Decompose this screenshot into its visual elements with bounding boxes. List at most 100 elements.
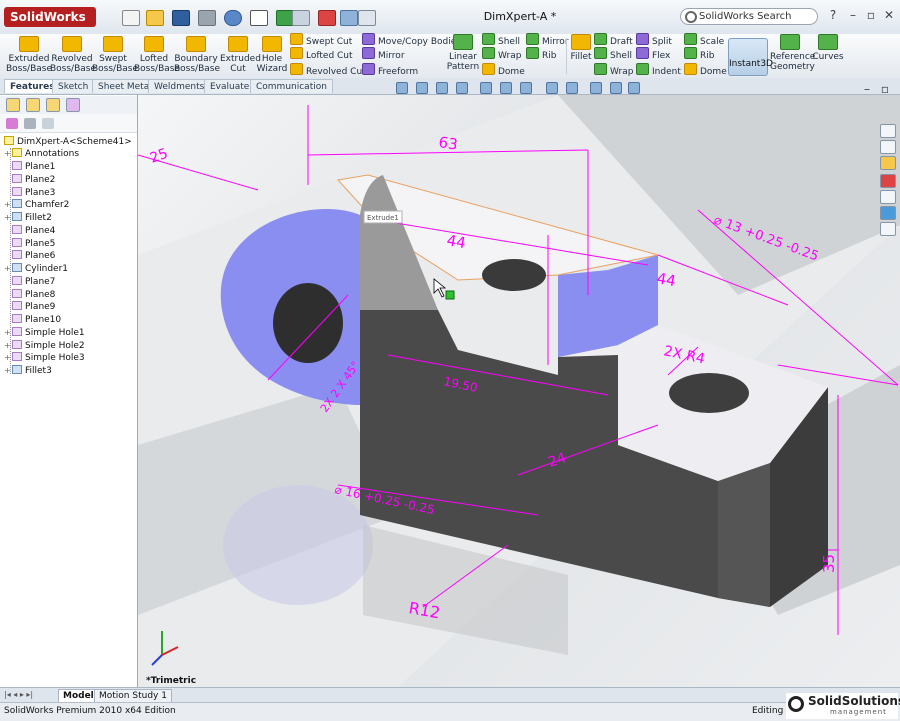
wrap-button[interactable]: Wrap <box>482 47 521 61</box>
tree-item-simple-hole3[interactable]: + Simple Hole3 <box>4 352 85 364</box>
graphics-viewport[interactable]: 63 25 44 44 ⌀ 13 +0.25 -0.25 2X R4 19.50… <box>138 95 900 687</box>
view-toggle-icon[interactable] <box>340 10 358 26</box>
previous-view-icon[interactable] <box>436 82 448 94</box>
realview-icon[interactable] <box>628 82 640 94</box>
edit-appearance-icon[interactable] <box>546 82 558 94</box>
save-icon[interactable] <box>172 10 190 26</box>
open-folder-icon[interactable] <box>146 10 164 26</box>
revolved-boss-base-button[interactable]: Revolved Boss/Base <box>50 36 96 76</box>
tree-item-plane8[interactable]: Plane8 <box>4 289 55 301</box>
appearances-icon[interactable] <box>880 206 896 220</box>
boundary-boss-base-button[interactable]: Boundary Boss/Base <box>174 36 220 76</box>
rib-button-2[interactable]: Rib <box>684 47 714 61</box>
tab-communication[interactable]: Communication <box>250 79 333 93</box>
tree-item-fillet2[interactable]: + Fillet2 <box>4 212 52 224</box>
dimxpert-manager-tab-icon[interactable] <box>66 98 80 112</box>
dim-63[interactable]: 63 <box>437 133 458 153</box>
tree-item-annotations[interactable]: + Annotations <box>4 148 79 160</box>
viewport-minimize-button[interactable]: – <box>860 82 874 96</box>
search-input[interactable]: SolidWorks Search <box>680 8 818 25</box>
reference-geometry-button[interactable]: Reference Geometry <box>770 34 815 74</box>
view-palette-icon[interactable] <box>880 190 896 204</box>
undo-icon[interactable] <box>224 10 242 26</box>
tree-item-simple-hole1[interactable]: + Simple Hole1 <box>4 327 85 339</box>
scale-button[interactable]: Scale <box>684 33 724 47</box>
tab-sketch[interactable]: Sketch <box>52 79 95 93</box>
display-style-icon[interactable] <box>500 82 512 94</box>
tree-item-plane5[interactable]: Plane5 <box>4 238 55 250</box>
new-document-icon[interactable] <box>122 10 140 26</box>
apply-scene-icon[interactable] <box>566 82 578 94</box>
tab-model[interactable]: Model <box>58 689 99 703</box>
selection-handle[interactable] <box>445 290 455 300</box>
restore-button[interactable]: ▫ <box>864 8 878 22</box>
lofted-cut-button[interactable]: Lofted Cut <box>290 47 353 61</box>
hide-show-items-icon[interactable] <box>520 82 532 94</box>
design-library-icon[interactable] <box>880 140 896 154</box>
swept-cut-button[interactable]: Swept Cut <box>290 33 352 47</box>
freeform-button[interactable]: Freeform <box>362 63 418 77</box>
shell-button[interactable]: Shell <box>482 33 520 47</box>
options-icon[interactable] <box>318 10 336 26</box>
dim-35[interactable]: 35 <box>820 554 838 573</box>
tree-item-plane7[interactable]: Plane7 <box>4 276 55 288</box>
flex-button[interactable]: Flex <box>636 47 670 61</box>
tree-item-fillet3[interactable]: + Fillet3 <box>4 365 52 377</box>
lofted-boss-base-button[interactable]: Lofted Boss/Base <box>134 36 180 76</box>
show-tolerance-status-icon[interactable] <box>24 118 36 129</box>
revolved-cut-button[interactable]: Revolved Cut <box>290 63 366 77</box>
tab-motion-study-1[interactable]: Motion Study 1 <box>94 689 172 703</box>
tab-evaluate[interactable]: Evaluate <box>204 79 256 93</box>
curves-button[interactable]: Curves <box>812 34 844 74</box>
section-view-icon[interactable] <box>456 82 468 94</box>
split-button[interactable]: Split <box>636 33 672 47</box>
extruded-cut-button[interactable]: Extruded Cut <box>220 36 261 76</box>
custom-properties-icon[interactable] <box>880 222 896 236</box>
zoom-to-area-icon[interactable] <box>416 82 428 94</box>
view-settings-icon[interactable] <box>590 82 602 94</box>
tree-item-plane4[interactable]: Plane4 <box>4 225 55 237</box>
wrap-button-2[interactable]: Wrap <box>594 63 633 77</box>
rib-button[interactable]: Rib <box>526 47 556 61</box>
swept-boss-base-button[interactable]: Swept Boss/Base <box>92 36 138 76</box>
mirror-bodies-button[interactable]: Mirror <box>362 47 405 61</box>
close-button[interactable]: ✕ <box>882 8 896 22</box>
viewport-restore-button[interactable]: ▫ <box>878 82 892 96</box>
view-orientation-icon[interactable] <box>480 82 492 94</box>
print-icon[interactable] <box>198 10 216 26</box>
tree-item-plane3[interactable]: Plane3 <box>4 187 55 199</box>
feature-manager-tab-icon[interactable] <box>6 98 20 112</box>
tree-item-simple-hole2[interactable]: + Simple Hole2 <box>4 340 85 352</box>
tree-item-cylinder1[interactable]: + Cylinder1 <box>4 263 68 275</box>
dome-button-2[interactable]: Dome <box>684 63 727 77</box>
help-icon[interactable]: ? <box>826 8 840 22</box>
property-manager-tab-icon[interactable] <box>26 98 40 112</box>
resources-icon[interactable] <box>880 124 896 138</box>
configuration-manager-tab-icon[interactable] <box>46 98 60 112</box>
indent-button[interactable]: Indent <box>636 63 681 77</box>
grid-icon[interactable] <box>358 10 376 26</box>
tree-item-plane9[interactable]: Plane9 <box>4 301 55 313</box>
copy-scheme-icon[interactable] <box>42 118 54 129</box>
draft-button[interactable]: Draft <box>594 33 633 47</box>
dim-44-top[interactable]: 44 <box>445 231 467 252</box>
file-properties-icon[interactable] <box>292 10 310 26</box>
search-results-icon[interactable] <box>880 174 896 188</box>
mirror-button[interactable]: Mirror <box>526 33 569 47</box>
auto-dimension-scheme-icon[interactable] <box>6 118 18 129</box>
solidworks-logo[interactable]: SolidWorks <box>4 7 96 27</box>
zoom-to-fit-icon[interactable] <box>396 82 408 94</box>
tree-root[interactable]: DimXpert-A<Scheme41> <box>4 136 132 148</box>
dim-44-side[interactable]: 44 <box>655 269 677 290</box>
dome-button[interactable]: Dome <box>482 63 525 77</box>
file-explorer-icon[interactable] <box>880 156 896 170</box>
tree-item-chamfer2[interactable]: + Chamfer2 <box>4 199 69 211</box>
shell-button-2[interactable]: Shell <box>594 47 632 61</box>
select-arrow-icon[interactable] <box>250 10 268 26</box>
tab-scroll-arrows-icon[interactable]: |◂ ◂ ▸ ▸| <box>4 690 54 700</box>
linear-pattern-button[interactable]: Linear Pattern <box>446 34 480 74</box>
extruded-boss-base-button[interactable]: Extruded Boss/Base <box>6 36 52 76</box>
fillet-button[interactable]: Fillet <box>570 34 592 74</box>
tree-item-plane6[interactable]: Plane6 <box>4 250 55 262</box>
tree-item-plane1[interactable]: Plane1 <box>4 161 55 173</box>
